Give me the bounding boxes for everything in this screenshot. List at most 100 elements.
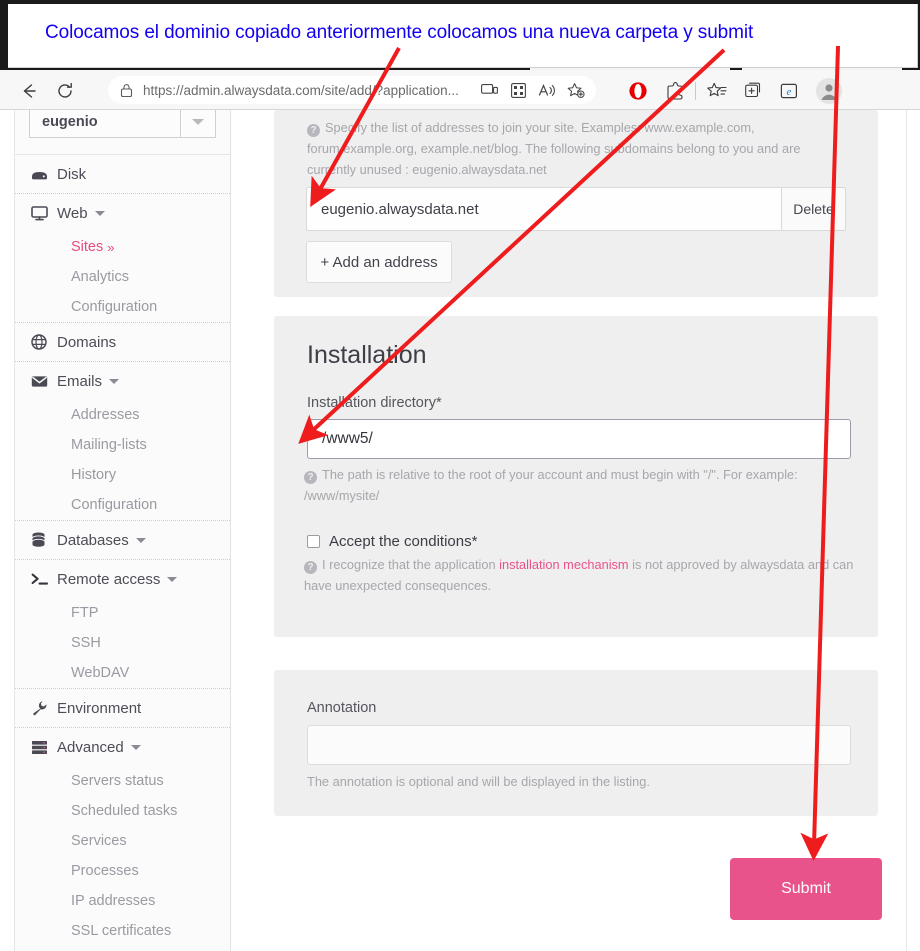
wrench-icon (31, 700, 57, 716)
installation-directory-hint-text: The path is relative to the root of your… (304, 467, 798, 503)
sidebar-item-advanced[interactable]: Advanced (15, 728, 230, 766)
annotation-input[interactable] (307, 725, 851, 765)
sidebar-group-remote-access: Remote access FTP SSH WebDAV (15, 559, 230, 688)
sidebar-subitem-label: WebDAV (71, 665, 130, 681)
sidebar-item-processes[interactable]: Processes (15, 856, 230, 886)
database-icon (31, 532, 57, 548)
address-row: eugenio.alwaysdata.net Delete (306, 187, 846, 231)
toolbar-divider (695, 82, 696, 100)
sidebar-subitem-label: Services (71, 833, 127, 849)
sidebar-item-ssl-certificates[interactable]: SSL certificates (15, 916, 230, 946)
sidebar-group-disk: Disk (15, 154, 230, 193)
sidebar-item-databases[interactable]: Databases (15, 521, 230, 559)
add-favorite-icon[interactable] (567, 81, 585, 99)
globe-icon (31, 334, 57, 350)
sidebar-item-mailing-lists[interactable]: Mailing-lists (15, 430, 230, 460)
sidebar-item-sites[interactable]: Sites » (15, 232, 230, 262)
sidebar-group-environment: Environment (15, 688, 230, 727)
sidebar-subitem-label: SSL certificates (71, 923, 172, 939)
address-bar[interactable]: https://admin.alwaysdata.com/site/add/?a… (108, 76, 596, 104)
sidebar-subitem-label: Sites (71, 239, 104, 255)
disk-icon (31, 167, 57, 181)
chevron-down-icon (167, 576, 178, 582)
annotation-label: Annotation (307, 700, 377, 716)
submit-button[interactable]: Submit (730, 858, 882, 920)
sidebar-item-ftp[interactable]: FTP (15, 598, 230, 628)
account-selector[interactable]: eugenio (15, 110, 230, 154)
accept-conditions-hint: ? I recognize that the application instal… (304, 554, 856, 596)
chevron-down-icon (94, 210, 105, 216)
sidebar-item-ssh[interactable]: SSH (15, 628, 230, 658)
sidebar-group-advanced: Advanced Servers status Scheduled tasks … (15, 727, 230, 946)
delete-address-button[interactable]: Delete (782, 187, 846, 231)
read-aloud-icon[interactable] (538, 81, 556, 99)
sidebar-item-scheduled-tasks[interactable]: Scheduled tasks (15, 796, 230, 826)
monitor-icon (31, 205, 57, 221)
browser-window: Colocamos el dominio copiado anteriormen… (0, 0, 920, 951)
annotation-caption: Colocamos el dominio copiado anteriormen… (45, 22, 754, 43)
account-name[interactable]: eugenio (29, 110, 181, 138)
sidebar-item-label: Web (57, 204, 88, 222)
add-address-button[interactable]: + Add an address (306, 241, 452, 283)
sidebar-item-disk[interactable]: Disk (15, 155, 230, 193)
sidebar-item-servers-status[interactable]: Servers status (15, 766, 230, 796)
profile-avatar-icon[interactable] (807, 78, 851, 104)
sidebar-item-environment[interactable]: Environment (15, 689, 230, 727)
sidebar-subitem-label: Addresses (71, 407, 140, 423)
sidebar-group-web: Web Sites » Analytics Configuration (15, 193, 230, 322)
sidebar-subitem-label: IP addresses (71, 893, 156, 909)
collections-icon[interactable] (699, 78, 735, 104)
help-icon: ? (304, 561, 317, 574)
sidebar-item-domains[interactable]: Domains (15, 323, 230, 361)
sidebar-subitem-label: SSH (71, 635, 101, 651)
ie-mode-icon[interactable]: e (771, 78, 807, 104)
sidebar-item-emails[interactable]: Emails (15, 362, 230, 400)
accept-conditions-label: Accept the conditions* (329, 533, 478, 550)
sidebar-item-services[interactable]: Services (15, 826, 230, 856)
chevron-down-icon[interactable] (181, 110, 216, 138)
qr-code-icon[interactable] (509, 81, 527, 99)
sidebar-item-label: Environment (57, 699, 142, 717)
add-tab-group-icon[interactable] (735, 78, 771, 104)
sidebar-subitem-label: Analytics (71, 269, 130, 285)
split-screen-icon[interactable] (480, 81, 498, 99)
sidebar-subitem-label: Servers status (71, 773, 164, 789)
toolbar-right-icons: e (620, 78, 851, 104)
addresses-hint-text: Specify the list of addresses to join yo… (307, 120, 801, 177)
extensions-icon[interactable] (656, 78, 692, 104)
sidebar-item-analytics[interactable]: Analytics (15, 262, 230, 292)
sidebar-group-domains: Domains (15, 322, 230, 361)
sidebar-subitem-label: Mailing-lists (71, 437, 147, 453)
accept-hint-pre: I recognize that the application (322, 557, 500, 572)
sidebar-item-ip-addresses[interactable]: IP addresses (15, 886, 230, 916)
chevron-down-icon (130, 744, 141, 750)
addresses-card: ? Specify the list of addresses to join y… (274, 110, 878, 297)
sidebar-item-webdav[interactable]: WebDAV (15, 658, 230, 688)
installation-directory-input[interactable]: /www5/ (307, 419, 851, 459)
reload-icon[interactable] (52, 78, 78, 104)
sidebar-item-label: Remote access (57, 570, 161, 588)
sidebar-subitem-label: History (71, 467, 117, 483)
back-arrow-icon[interactable] (16, 78, 42, 104)
sidebar-item-history[interactable]: History (15, 460, 230, 490)
accept-conditions-checkbox[interactable] (307, 535, 320, 548)
annotation-hint: The annotation is optional and will be d… (307, 774, 650, 789)
sidebar-item-label: Domains (57, 333, 117, 351)
sidebar-item-addresses[interactable]: Addresses (15, 400, 230, 430)
installation-mechanism-link[interactable]: installation mechanism (499, 557, 628, 572)
sidebar-subitem-label: Configuration (71, 497, 158, 513)
sidebar-item-label: Emails (57, 372, 103, 390)
sidebar-item-emails-configuration[interactable]: Configuration (15, 490, 230, 520)
accept-conditions-row[interactable]: Accept the conditions* (307, 533, 477, 550)
help-icon: ? (307, 124, 320, 137)
sidebar-item-web-configuration[interactable]: Configuration (15, 292, 230, 322)
sidebar-subitem-label: Processes (71, 863, 139, 879)
installation-card: Installation Installation directory* /ww… (274, 316, 878, 637)
sidebar-item-web[interactable]: Web (15, 194, 230, 232)
opera-icon[interactable] (620, 78, 656, 104)
svg-text:e: e (787, 86, 792, 98)
sidebar-subitem-label: Configuration (71, 299, 158, 315)
address-input[interactable]: eugenio.alwaysdata.net (306, 187, 782, 231)
sidebar-item-remote-access[interactable]: Remote access (15, 560, 230, 598)
sidebar-subitem-label: FTP (71, 605, 99, 621)
